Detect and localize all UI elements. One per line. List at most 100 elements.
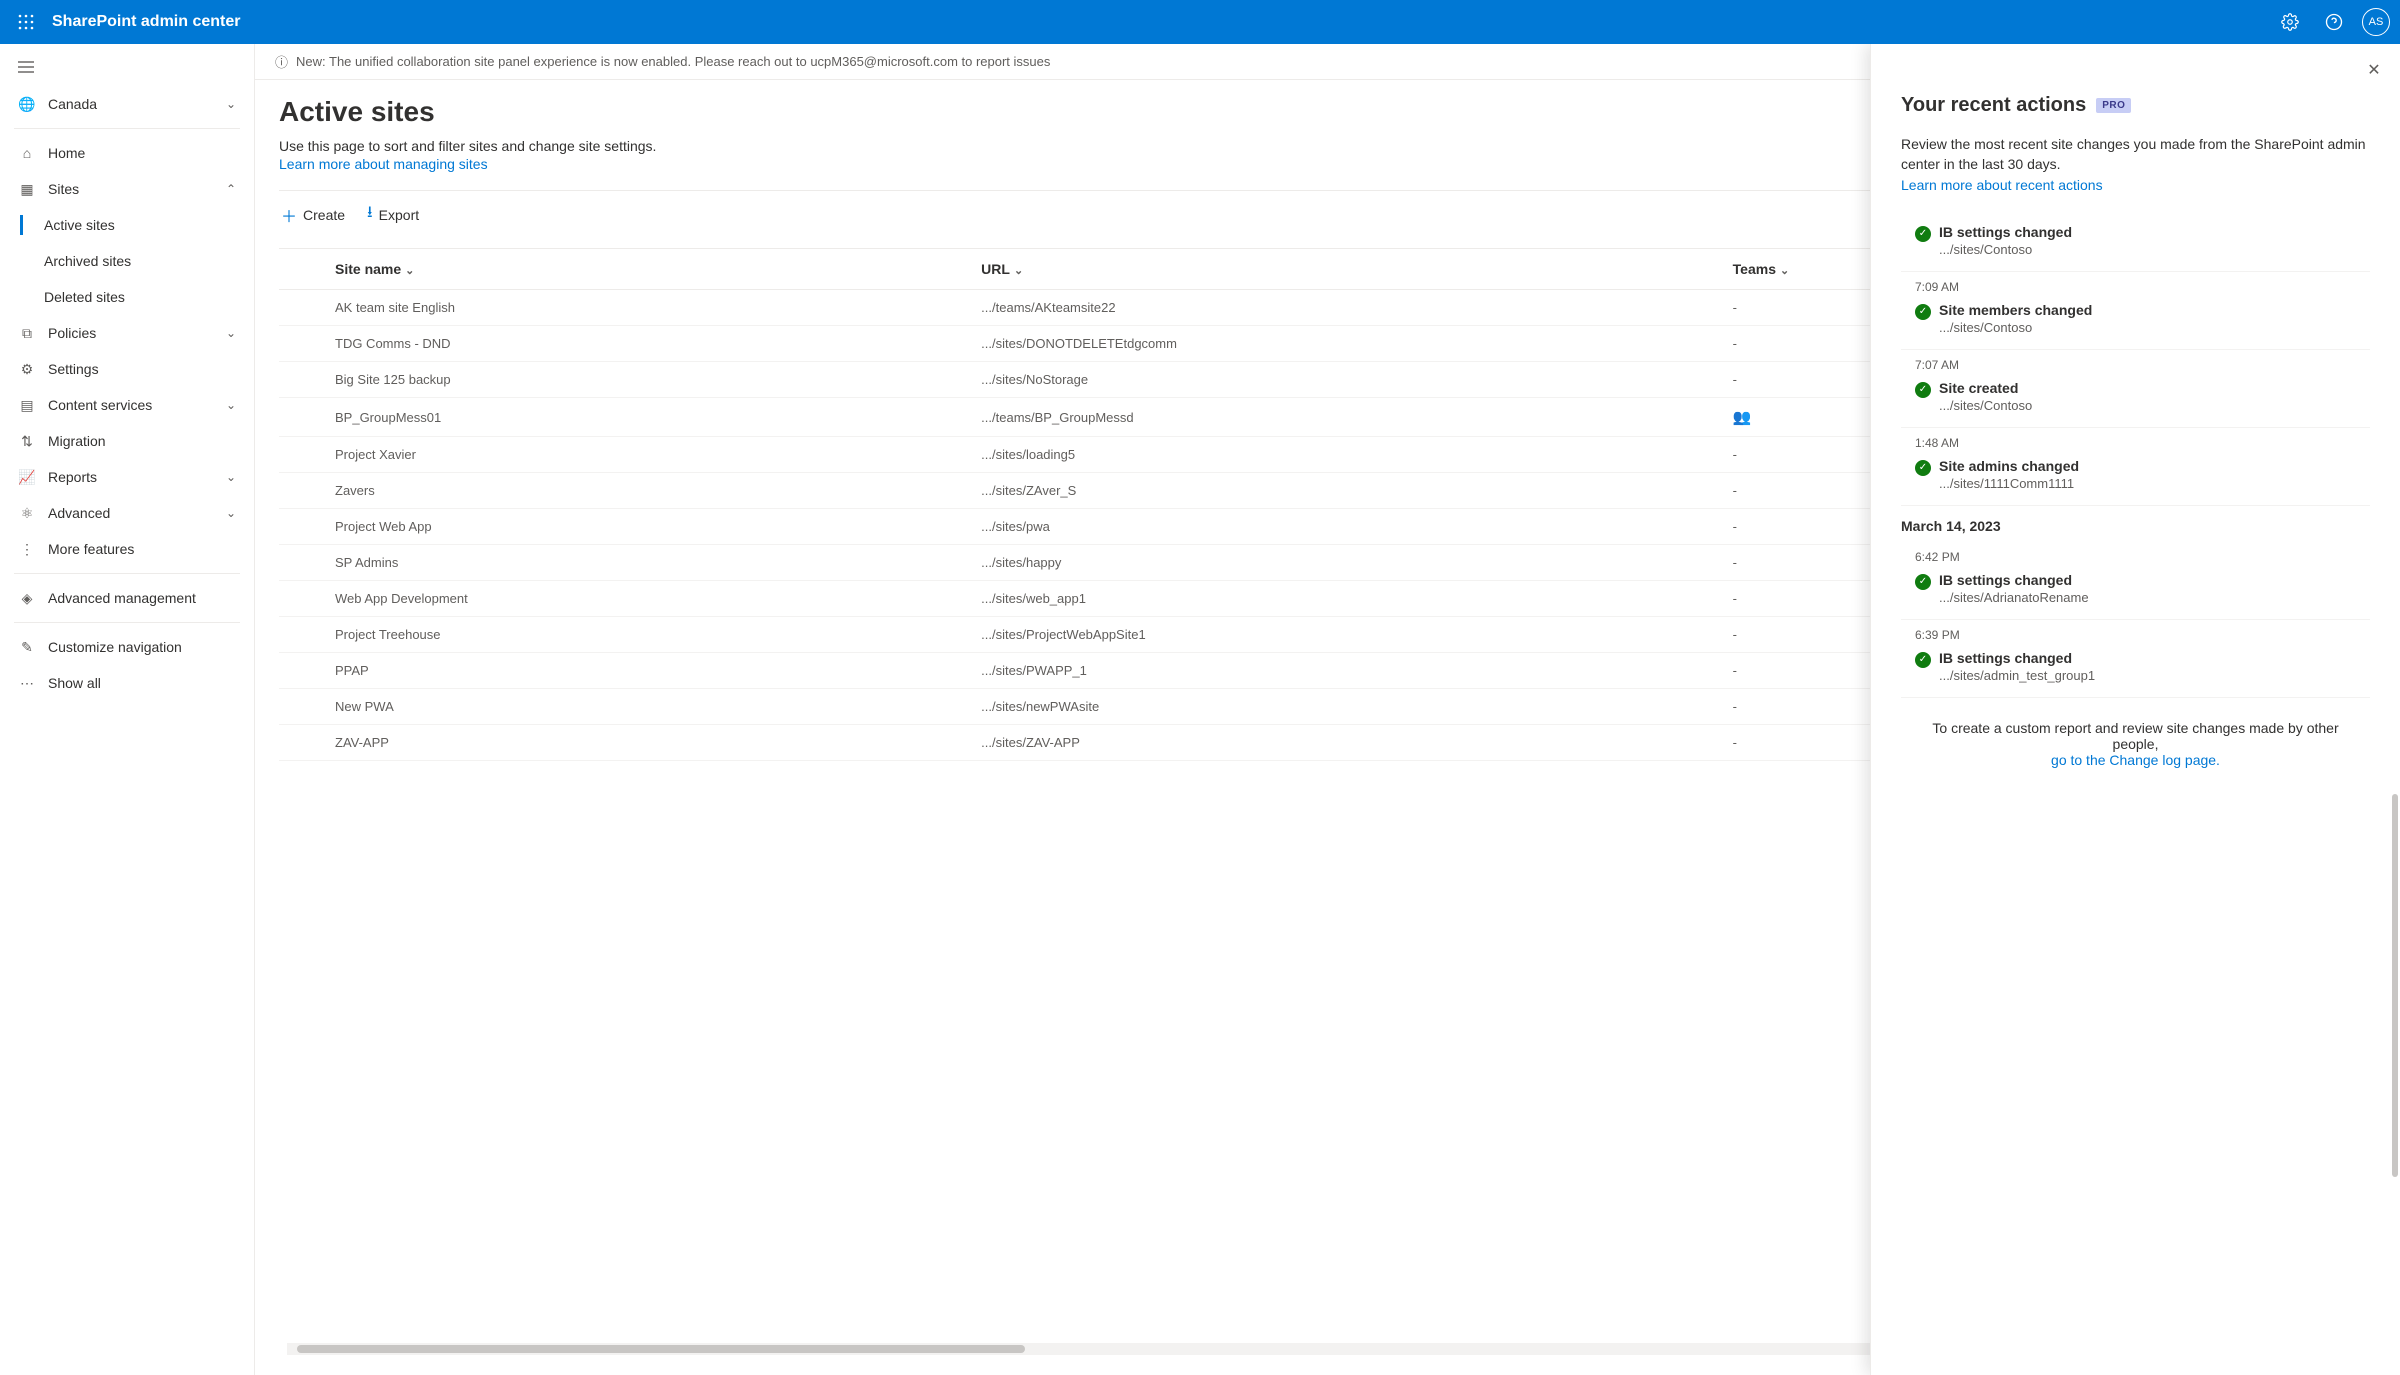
action-path: .../sites/Contoso [1939,320,2092,335]
action-title: Site members changed [1939,302,2092,318]
col-url[interactable]: URL⌄ [971,249,1722,290]
nav-archived-sites[interactable]: Archived sites [0,243,254,279]
nav-advanced-management[interactable]: ◈ Advanced management [0,580,254,616]
nav-more-features[interactable]: ⋮ More features [0,531,254,567]
cell-site-name: New PWA [279,689,971,725]
vertical-scrollbar[interactable] [2392,92,2398,1369]
diamond-icon: ◈ [18,590,36,607]
nav-show-all[interactable]: ⋯ Show all [0,665,254,701]
success-icon: ✓ [1915,382,1931,398]
cell-url: .../sites/web_app1 [971,581,1722,617]
nav-policies[interactable]: ⧉ Policies ⌄ [0,315,254,351]
success-icon: ✓ [1915,226,1931,242]
nav-reports[interactable]: 📈 Reports ⌄ [0,459,254,495]
action-time: 1:48 AM [1915,436,2370,450]
cell-url: .../sites/loading5 [971,437,1722,473]
action-time: 6:42 PM [1915,550,2370,564]
cell-site-name: AK team site English [279,290,971,326]
action-item[interactable]: ✓ IB settings changed .../sites/AdrianatoR… [1901,568,2370,620]
cell-url: .../sites/ZAver_S [971,473,1722,509]
nav-settings[interactable]: ⚙ Settings [0,351,254,387]
cell-site-name: PPAP [279,653,971,689]
cell-url: .../sites/ZAV-APP [971,725,1722,761]
globe-icon: 🌐 [18,96,36,113]
action-title: IB settings changed [1939,650,2095,666]
chevron-down-icon: ⌄ [226,506,236,520]
chevron-down-icon: ⌄ [226,470,236,484]
cell-site-name: Web App Development [279,581,971,617]
nav-advanced[interactable]: ⚛ Advanced ⌄ [0,495,254,531]
cell-url: .../sites/pwa [971,509,1722,545]
cell-url: .../sites/PWAPP_1 [971,653,1722,689]
cell-site-name: Project Xavier [279,437,971,473]
cell-url: .../sites/newPWAsite [971,689,1722,725]
action-item[interactable]: ✓ Site members changed .../sites/Contoso [1901,298,2370,350]
nav-deleted-sites[interactable]: Deleted sites [0,279,254,315]
migration-icon: ⇅ [18,433,36,450]
action-title: IB settings changed [1939,224,2072,240]
chevron-down-icon: ⌄ [226,326,236,340]
action-title: Site admins changed [1939,458,2079,474]
action-item[interactable]: ✓ Site created .../sites/Contoso [1901,376,2370,428]
advanced-icon: ⚛ [18,505,36,522]
nav-migration[interactable]: ⇅ Migration [0,423,254,459]
chevron-down-icon: ⌄ [226,97,236,111]
cell-url: .../sites/ProjectWebAppSite1 [971,617,1722,653]
avatar[interactable]: AS [2362,8,2390,36]
cell-site-name: ZAV-APP [279,725,971,761]
reports-icon: 📈 [18,469,36,486]
pencil-icon: ✎ [18,639,36,656]
recent-actions-panel: ✕ Your recent actions PRO Review the mos… [1870,44,2400,1375]
cell-site-name: BP_GroupMess01 [279,398,971,437]
nav-sites[interactable]: ▦ Sites ⌃ [0,171,254,207]
action-item[interactable]: ✓IB settings changed.../sites/admin_test… [1901,646,2370,698]
action-time: 7:09 AM [1915,280,2370,294]
settings-icon[interactable] [2274,6,2306,38]
panel-footer: To create a custom report and review sit… [1901,706,2370,788]
action-path: .../sites/admin_test_group1 [1939,668,2095,683]
nav-active-sites[interactable]: Active sites [0,207,254,243]
col-site-name[interactable]: Site name⌄ [279,249,971,290]
success-icon: ✓ [1915,574,1931,590]
cell-url: .../sites/NoStorage [971,362,1722,398]
action-title: IB settings changed [1939,572,2089,588]
cell-site-name: Zavers [279,473,971,509]
policies-icon: ⧉ [18,325,36,342]
action-item[interactable]: ✓Site admins changed.../sites/1111Comm11… [1901,454,2370,506]
sites-icon: ▦ [18,181,36,198]
chevron-down-icon: ⌄ [1014,265,1023,277]
action-path: .../sites/1111Comm1111 [1939,476,2079,491]
nav-customize-navigation[interactable]: ✎ Customize navigation [0,629,254,665]
learn-more-actions-link[interactable]: Learn more about recent actions [1901,176,2370,196]
chevron-up-icon: ⌃ [226,182,236,196]
action-time: 6:39 PM [1915,628,2370,642]
tenant-selector[interactable]: 🌐 Canada ⌄ [0,86,254,122]
gear-icon: ⚙ [18,361,36,378]
action-item[interactable]: ✓IB settings changed.../sites/Contoso [1901,220,2370,272]
help-icon[interactable] [2318,6,2350,38]
action-path: .../sites/Contoso [1939,398,2032,413]
cell-url: .../teams/AKteamsite22 [971,290,1722,326]
app-title: SharePoint admin center [52,13,241,31]
app-launcher-icon[interactable] [10,6,42,38]
export-button[interactable]: ⭳ Export [365,197,421,232]
nav-home[interactable]: ⌂ Home [0,135,254,171]
action-title: Site created [1939,380,2032,396]
collapse-nav-icon[interactable] [0,54,254,86]
action-path: .../sites/AdrianatoRename [1939,590,2089,605]
cell-site-name: Project Web App [279,509,971,545]
info-icon: ⓘ [275,52,288,71]
pro-badge: PRO [2096,98,2131,113]
teams-icon: 👥 [1733,409,1752,426]
success-icon: ✓ [1915,304,1931,320]
close-icon[interactable]: ✕ [2362,58,2386,82]
chevron-down-icon: ⌄ [405,265,414,277]
cell-site-name: TDG Comms - DND [279,326,971,362]
nav-content-services[interactable]: ▤ Content services ⌄ [0,387,254,423]
change-log-link[interactable]: go to the Change log page. [1931,752,2340,768]
cell-url: .../sites/happy [971,545,1722,581]
main-content: ⓘ New: The unified collaboration site pa… [255,44,2400,1375]
create-button[interactable]: ＋ Create [279,199,347,231]
more-icon: ⋮ [18,541,36,558]
left-nav: 🌐 Canada ⌄ ⌂ Home ▦ Sites ⌃ Active sites… [0,44,255,1375]
